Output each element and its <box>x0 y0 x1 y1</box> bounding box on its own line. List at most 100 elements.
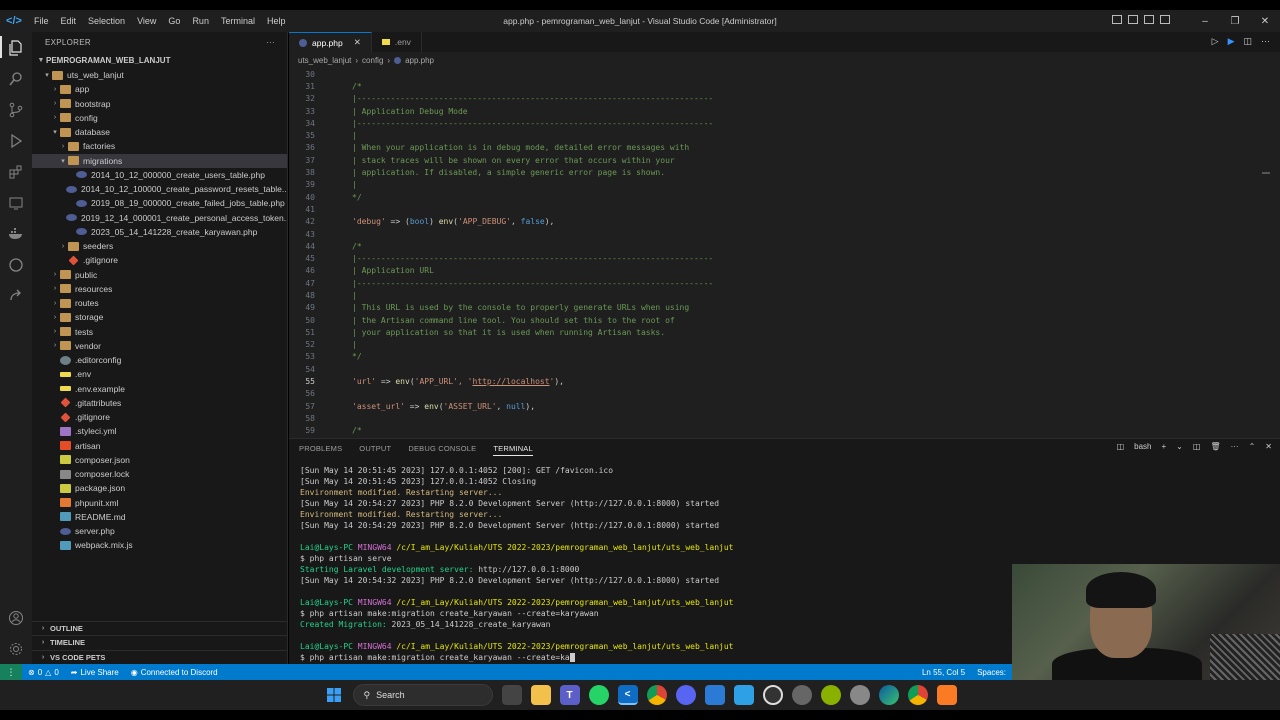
run-debug-icon[interactable] <box>0 125 32 156</box>
tree-folder[interactable]: › config <box>32 111 287 125</box>
obs-icon[interactable] <box>762 685 783 705</box>
panel-tab-output[interactable]: OUTPUT <box>359 444 391 453</box>
tree-file[interactable]: 2019_08_19_000000_create_failed_jobs_tab… <box>32 196 287 210</box>
remote-indicator-icon[interactable]: ⋮ <box>0 664 22 680</box>
section-vs-code-pets[interactable]: › VS CODE PETS <box>32 649 288 665</box>
windows-start-icon[interactable] <box>324 685 344 705</box>
tree-file[interactable]: README.md <box>32 510 287 524</box>
restore-icon[interactable]: ❐ <box>1220 16 1250 27</box>
split-terminal-icon[interactable]: ◫ <box>1193 442 1201 451</box>
discord-icon[interactable] <box>675 685 696 705</box>
vscode-icon[interactable]: < <box>617 685 638 705</box>
tree-file[interactable]: .gitignore <box>32 253 287 267</box>
tree-file[interactable]: package.json <box>32 481 287 495</box>
tree-folder[interactable]: ▾ uts_web_lanjut <box>32 68 287 82</box>
github-icon[interactable] <box>0 249 32 280</box>
menu-item-view[interactable]: View <box>131 16 162 26</box>
run-file-icon[interactable]: ▷ <box>1212 36 1219 47</box>
toggle-secondary-sidebar-icon[interactable] <box>1144 15 1154 24</box>
breadcrumb-item[interactable]: app.php <box>405 56 434 65</box>
tree-file[interactable]: .env <box>32 367 287 381</box>
maximize-panel-icon[interactable]: ⌃ <box>1249 442 1256 451</box>
manage-gear-icon[interactable] <box>0 633 32 664</box>
menu-item-run[interactable]: Run <box>186 16 215 26</box>
live-share-icon[interactable] <box>0 280 32 311</box>
tree-folder[interactable]: › storage <box>32 310 287 324</box>
customize-layout-icon[interactable] <box>1160 15 1170 24</box>
tree-file[interactable]: phpunit.xml <box>32 496 287 510</box>
menu-item-terminal[interactable]: Terminal <box>215 16 261 26</box>
tree-file[interactable]: composer.json <box>32 453 287 467</box>
file-explorer-icon[interactable] <box>530 685 551 705</box>
tree-file[interactable]: artisan <box>32 439 287 453</box>
panel-tab-debug-console[interactable]: DEBUG CONSOLE <box>408 444 476 453</box>
tree-file[interactable]: 2014_10_12_000000_create_users_table.php <box>32 168 287 182</box>
terminal-output[interactable]: [Sun May 14 20:51:45 2023] 127.0.0.1:405… <box>300 465 1000 663</box>
workspace-root[interactable]: ▼ PEMROGRAMAN_WEB_LANJUT <box>32 52 287 68</box>
toggle-sidebar-icon[interactable] <box>1112 15 1122 24</box>
notepad-icon[interactable] <box>733 685 754 705</box>
teams-icon[interactable]: T <box>559 685 580 705</box>
search-icon[interactable] <box>0 63 32 94</box>
tree-folder[interactable]: › factories <box>32 139 287 153</box>
docker-icon[interactable] <box>0 218 32 249</box>
tree-file[interactable]: .env.example <box>32 382 287 396</box>
live-share-status[interactable]: ➦ Live Share <box>65 668 125 677</box>
tree-file[interactable]: webpack.mix.js <box>32 538 287 552</box>
section-outline[interactable]: › OUTLINE <box>32 620 288 636</box>
more-actions-icon[interactable]: ··· <box>1261 36 1270 47</box>
chrome-alt-icon[interactable] <box>849 685 870 705</box>
indentation-status[interactable]: Spaces: <box>971 668 1012 677</box>
tree-file[interactable]: 2023_05_14_141228_create_karyawan.php <box>32 225 287 239</box>
toggle-panel-icon[interactable] <box>1128 15 1138 24</box>
live-preview-icon[interactable]: ▶ <box>1228 36 1235 47</box>
tree-file[interactable]: 2014_10_12_100000_create_password_resets… <box>32 182 287 196</box>
explorer-icon[interactable] <box>0 32 32 63</box>
accounts-icon[interactable] <box>0 602 32 633</box>
new-terminal-icon[interactable]: + <box>1162 442 1167 451</box>
tree-file[interactable]: .styleci.yml <box>32 424 287 438</box>
chrome-profile-icon[interactable] <box>907 685 928 705</box>
split-editor-icon[interactable]: ◫ <box>1243 36 1252 47</box>
tree-folder[interactable]: ▾ database <box>32 125 287 139</box>
close-panel-icon[interactable]: ✕ <box>1265 442 1272 451</box>
tree-file[interactable]: .editorconfig <box>32 353 287 367</box>
taskbar-search[interactable]: ⚲ Search <box>352 684 493 706</box>
tab-env[interactable]: .env <box>372 32 422 52</box>
tree-file[interactable]: 2019_12_14_000001_create_personal_access… <box>32 211 287 225</box>
tree-folder[interactable]: › vendor <box>32 339 287 353</box>
photos-icon[interactable] <box>704 685 725 705</box>
edge-icon[interactable] <box>878 685 899 705</box>
close-icon[interactable]: ✕ <box>1250 16 1280 27</box>
remote-explorer-icon[interactable] <box>0 187 32 218</box>
tab-app-php[interactable]: app.php ✕ <box>289 32 372 52</box>
tree-folder[interactable]: › seeders <box>32 239 287 253</box>
tree-file[interactable]: .gitattributes <box>32 396 287 410</box>
tree-folder[interactable]: › app <box>32 82 287 96</box>
code-editor[interactable]: 30 31 /* 32 |-------------------------------… <box>289 68 1280 438</box>
terminal-shell-icon[interactable]: ◫ <box>1117 442 1125 451</box>
source-control-icon[interactable] <box>0 94 32 125</box>
menu-item-selection[interactable]: Selection <box>82 16 131 26</box>
menu-item-help[interactable]: Help <box>261 16 292 26</box>
extensions-icon[interactable] <box>0 156 32 187</box>
more-actions-icon[interactable]: ··· <box>266 38 275 47</box>
tree-folder[interactable]: ▾ migrations <box>32 153 287 168</box>
xampp-icon[interactable] <box>936 685 957 705</box>
tree-folder[interactable]: › resources <box>32 282 287 296</box>
panel-tab-terminal[interactable]: TERMINAL <box>493 444 533 456</box>
menu-item-go[interactable]: Go <box>162 16 186 26</box>
tree-file[interactable]: server.php <box>32 524 287 538</box>
tree-folder[interactable]: › routes <box>32 296 287 310</box>
problems-status[interactable]: ⊗ 0 △ 0 <box>22 668 65 677</box>
tree-file[interactable]: .gitignore <box>32 410 287 424</box>
close-tab-icon[interactable]: ✕ <box>354 37 361 48</box>
panel-tab-problems[interactable]: PROBLEMS <box>299 444 342 453</box>
chrome-icon[interactable] <box>646 685 667 705</box>
cursor-position[interactable]: Ln 55, Col 5 <box>916 668 971 677</box>
trash-icon[interactable]: 🗑 <box>1210 442 1220 451</box>
tree-file[interactable]: composer.lock <box>32 467 287 481</box>
chevron-down-icon[interactable]: ⌄ <box>1176 442 1183 451</box>
tree-folder[interactable]: › tests <box>32 325 287 339</box>
breadcrumb-item[interactable]: config <box>362 56 383 65</box>
